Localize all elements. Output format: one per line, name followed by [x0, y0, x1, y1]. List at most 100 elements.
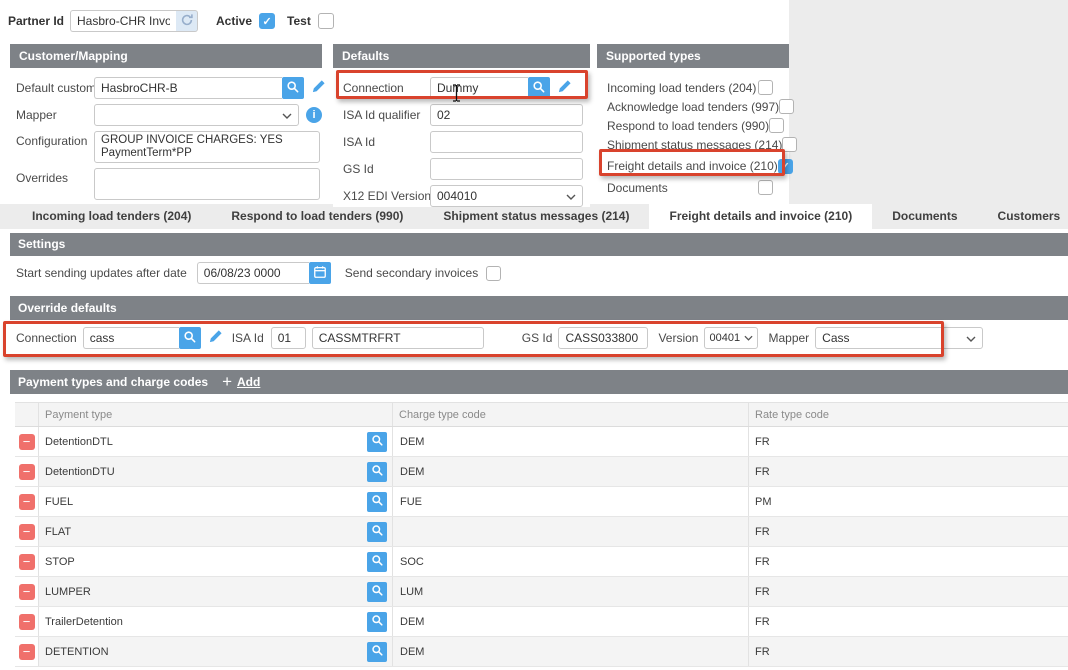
- active-checkbox[interactable]: [259, 13, 275, 29]
- delete-row-button[interactable]: [19, 644, 35, 660]
- test-label: Test: [287, 14, 311, 28]
- supported-types-header: Supported types: [597, 44, 789, 68]
- override-defaults-row: Connection ISA Id GS Id Version 004010: [16, 327, 983, 349]
- gs-id-input[interactable]: [430, 158, 583, 180]
- partner-id-input-group: [70, 10, 198, 32]
- customer-mapping-header: Customer/Mapping: [10, 44, 322, 68]
- supported-type-label: Incoming load tenders (204): [607, 81, 756, 95]
- delete-row-button[interactable]: [19, 464, 35, 480]
- default-customer-search-button[interactable]: [282, 77, 304, 99]
- search-icon: [371, 584, 384, 600]
- x12-version-value: 004010: [437, 189, 477, 203]
- supported-type-label: Respond to load tenders (990): [607, 119, 769, 133]
- override-gs-id-input[interactable]: [558, 327, 648, 349]
- default-customer-row: Default customer: [16, 77, 322, 99]
- send-secondary-invoices-checkbox[interactable]: [486, 266, 501, 281]
- payment-type-search-button[interactable]: [367, 552, 387, 572]
- override-isa-qualifier-input[interactable]: [271, 327, 306, 349]
- delete-row-button[interactable]: [19, 494, 35, 510]
- rate-type-code-value: FR: [755, 436, 770, 448]
- charge-type-code-value: DEM: [400, 436, 424, 448]
- override-connection-group: [83, 327, 201, 349]
- partner-id-input[interactable]: [70, 10, 176, 32]
- override-defaults-section-header: Override defaults: [10, 296, 1068, 320]
- info-icon: i: [306, 107, 322, 123]
- rate-type-code-value: FR: [755, 646, 770, 658]
- delete-row-button[interactable]: [19, 434, 35, 450]
- supported-type-documents-checkbox[interactable]: [758, 180, 773, 195]
- payment-type-value: FUEL: [45, 496, 73, 508]
- tab-respond-to-load-tenders[interactable]: Respond to load tenders (990): [211, 204, 423, 229]
- search-icon: [371, 644, 384, 660]
- supported-type-214-checkbox[interactable]: [782, 137, 797, 152]
- override-version-select[interactable]: 004010: [704, 327, 758, 349]
- partner-refresh-button[interactable]: [176, 10, 198, 32]
- default-customer-input[interactable]: [94, 77, 282, 99]
- table-row: LUMPER LUM FR: [15, 577, 1068, 607]
- payment-type-search-button[interactable]: [367, 522, 387, 542]
- calendar-button[interactable]: [309, 262, 331, 284]
- overrides-textarea[interactable]: [94, 168, 320, 200]
- active-label: Active: [216, 14, 252, 28]
- isa-id-input[interactable]: [430, 131, 583, 153]
- isa-qualifier-row: ISA Id qualifier: [343, 104, 590, 126]
- supported-type-210-checkbox[interactable]: [778, 159, 793, 174]
- table-row: DETENTION DEM FR: [15, 637, 1068, 667]
- connection-edit-button[interactable]: [557, 79, 572, 97]
- supported-type-204-checkbox[interactable]: [758, 80, 773, 95]
- payment-type-search-button[interactable]: [367, 492, 387, 512]
- supported-type-990-checkbox[interactable]: [769, 118, 784, 133]
- charge-type-code-value: DEM: [400, 466, 424, 478]
- x12-version-label: X12 EDI Version: [343, 189, 430, 203]
- override-connection-edit-button[interactable]: [208, 329, 223, 347]
- supported-type-997-checkbox[interactable]: [779, 99, 794, 114]
- payment-type-search-button[interactable]: [367, 462, 387, 482]
- delete-row-button[interactable]: [19, 524, 35, 540]
- default-customer-label: Default customer: [16, 81, 94, 95]
- payment-type-column-header: Payment type: [39, 403, 393, 426]
- override-connection-input[interactable]: [83, 327, 179, 349]
- tab-customers[interactable]: Customers: [978, 204, 1068, 229]
- refresh-icon: [180, 13, 194, 30]
- mapper-select[interactable]: [94, 104, 299, 126]
- payment-type-value: DETENTION: [45, 646, 109, 658]
- search-icon: [532, 80, 546, 97]
- connection-row: Connection: [343, 77, 590, 99]
- table-row: DetentionDTU DEM FR: [15, 457, 1068, 487]
- defaults-panel: Defaults Connection: [333, 44, 590, 207]
- start-sending-date-input[interactable]: [197, 262, 309, 284]
- test-checkbox[interactable]: [318, 13, 334, 29]
- partner-top-bar: Partner Id Active Test: [8, 10, 334, 32]
- payment-type-search-button[interactable]: [367, 612, 387, 632]
- override-isa-id-input[interactable]: [312, 327, 484, 349]
- default-customer-edit-button[interactable]: [311, 79, 326, 97]
- charge-type-code-value: DEM: [400, 616, 424, 628]
- tab-documents[interactable]: Documents: [872, 204, 977, 229]
- chevron-down-icon: [566, 189, 576, 203]
- payment-type-search-button[interactable]: [367, 432, 387, 452]
- overrides-row: Overrides: [16, 168, 322, 200]
- charge-type-code-value: LUM: [400, 586, 423, 598]
- override-mapper-select[interactable]: Cass: [815, 327, 983, 349]
- delete-row-button[interactable]: [19, 554, 35, 570]
- override-mapper-label: Mapper: [768, 331, 809, 345]
- chevron-down-icon: [282, 108, 292, 122]
- payment-type-search-button[interactable]: [367, 642, 387, 662]
- add-payment-type-link[interactable]: Add: [237, 371, 260, 394]
- tab-shipment-status-messages[interactable]: Shipment status messages (214): [423, 204, 649, 229]
- payment-table-header-row: Payment type Charge type code Rate type …: [15, 402, 1068, 427]
- connection-input-group: [430, 77, 550, 99]
- payment-type-search-button[interactable]: [367, 582, 387, 602]
- table-row: TrailerDetention DEM FR: [15, 607, 1068, 637]
- configuration-textarea[interactable]: GROUP INVOICE CHARGES: YES PaymentTerm*P…: [94, 131, 320, 163]
- delete-row-button[interactable]: [19, 584, 35, 600]
- override-connection-search-button[interactable]: [179, 327, 201, 349]
- connection-search-button[interactable]: [528, 77, 550, 99]
- isa-qualifier-input[interactable]: [430, 104, 583, 126]
- tab-incoming-load-tenders[interactable]: Incoming load tenders (204): [12, 204, 211, 229]
- connection-input[interactable]: [430, 77, 528, 99]
- background-right-panel-gap: [789, 0, 1068, 204]
- tab-freight-details-and-invoice[interactable]: Freight details and invoice (210): [649, 204, 872, 229]
- delete-row-button[interactable]: [19, 614, 35, 630]
- search-icon: [371, 554, 384, 570]
